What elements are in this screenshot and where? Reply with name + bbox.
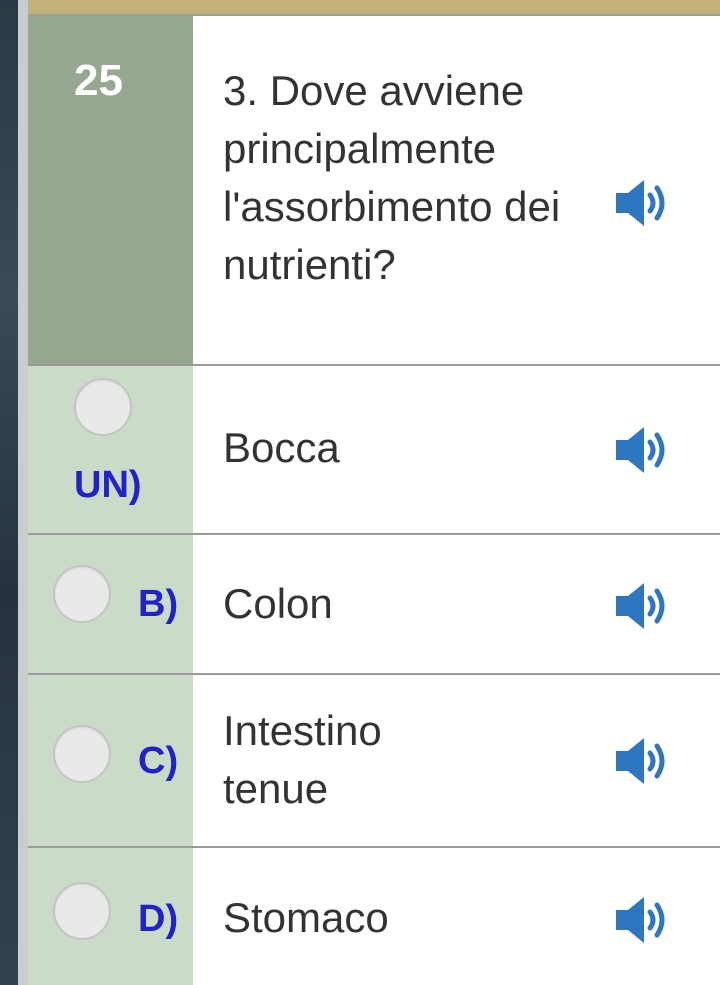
answer-letter-cell: B) bbox=[28, 535, 193, 673]
answer-d-speaker-icon[interactable] bbox=[612, 894, 676, 946]
quiz-table: 25 3. Dove avviene principalmente l'asso… bbox=[28, 0, 720, 985]
radio-button-d[interactable] bbox=[53, 882, 111, 940]
answer-row-c[interactable]: C) Intestino tenue bbox=[28, 675, 720, 846]
answer-letter-b: B) bbox=[138, 583, 179, 625]
answer-b-speaker-icon[interactable] bbox=[612, 580, 676, 632]
answer-text-a: Bocca bbox=[223, 424, 340, 471]
question-text-cell: 3. Dove avviene principalmente l'assorbi… bbox=[193, 16, 720, 364]
answer-text-cell: Stomaco bbox=[193, 848, 720, 985]
answer-text-cell: Colon bbox=[193, 535, 720, 673]
answer-text-b: Colon bbox=[223, 580, 333, 627]
header-strip bbox=[28, 0, 720, 14]
radio-button-c[interactable] bbox=[53, 725, 111, 783]
answer-letter-d: D) bbox=[138, 898, 179, 940]
question-number-cell: 25 bbox=[28, 16, 193, 364]
answer-letter-cell: D) bbox=[28, 848, 193, 985]
answer-letter-cell: UN) bbox=[28, 366, 193, 533]
answer-text-cell: Bocca bbox=[193, 366, 720, 533]
question-text: 3. Dove avviene principalmente l'assorbi… bbox=[223, 67, 561, 288]
answer-letter-c: C) bbox=[138, 740, 179, 782]
answer-text-d: Stomaco bbox=[223, 894, 389, 941]
answer-text-cell: Intestino tenue bbox=[193, 675, 720, 846]
answer-row-a[interactable]: UN) Bocca bbox=[28, 366, 720, 533]
question-number: 25 bbox=[74, 56, 123, 105]
background-image-edge bbox=[0, 0, 18, 985]
radio-button-b[interactable] bbox=[53, 565, 111, 623]
answer-row-d[interactable]: D) Stomaco bbox=[28, 848, 720, 985]
radio-button-a[interactable] bbox=[74, 378, 132, 436]
answer-row-b[interactable]: B) Colon bbox=[28, 535, 720, 673]
answer-c-speaker-icon[interactable] bbox=[612, 735, 676, 787]
frame-bar bbox=[18, 0, 28, 985]
answer-a-speaker-icon[interactable] bbox=[612, 424, 676, 476]
answer-letter-a: UN) bbox=[74, 464, 142, 506]
answer-letter-cell: C) bbox=[28, 675, 193, 846]
answer-text-c: Intestino tenue bbox=[223, 707, 382, 812]
question-row: 25 3. Dove avviene principalmente l'asso… bbox=[28, 16, 720, 364]
question-speaker-icon[interactable] bbox=[612, 177, 676, 229]
